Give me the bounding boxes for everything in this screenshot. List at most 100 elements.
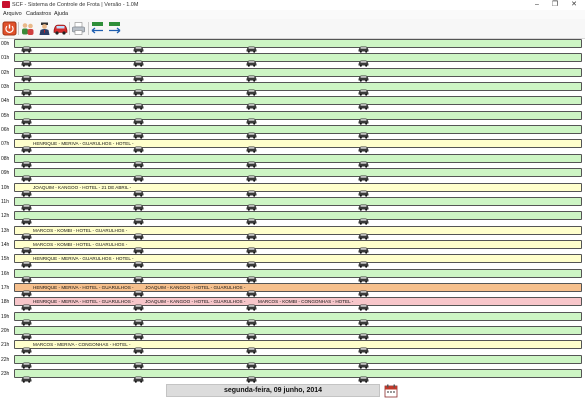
time-slot-bar[interactable] [14, 67, 582, 82]
time-slot-bar[interactable]: MARCOS - KOMBI - HOTEL - GUARULHOS - [14, 239, 582, 254]
exit-button[interactable] [2, 21, 17, 36]
time-slot-bar[interactable] [14, 326, 582, 340]
car-icon [21, 370, 32, 383]
time-slot-bar[interactable]: HENRIQUE - MERIVA - GUARULHOS - HOTEL - [14, 139, 582, 154]
time-slot-bar[interactable]: MARCOS - KOMBI - HOTEL - GUARULHOS - [14, 225, 582, 240]
car-icon [246, 227, 257, 240]
time-slot-bar[interactable] [14, 211, 582, 225]
driver-icon [39, 22, 50, 35]
booking-label: HENRIQUE - MERIVA - HOTEL - GUARULHOS - [33, 299, 134, 305]
car-icon [53, 24, 68, 35]
time-slot-bar[interactable] [14, 268, 582, 283]
car-icon [246, 169, 257, 182]
car-icon [21, 97, 32, 111]
minimize-button[interactable]: – [527, 0, 547, 10]
booking-label: HENRIQUE - MERIVA - GUARULHOS - HOTEL - [33, 256, 134, 262]
car-icon [246, 370, 257, 383]
time-slot-bar[interactable]: HENRIQUE - MERIVA - HOTEL - GUARULHOS - J… [14, 282, 582, 297]
time-slot-bar[interactable] [14, 53, 582, 68]
close-button[interactable]: ✕ [564, 0, 584, 10]
calendar-icon [384, 384, 398, 398]
time-slot-bar[interactable] [14, 311, 582, 326]
hour-label: 21h [1, 342, 10, 349]
car-icon [358, 69, 369, 82]
hour-label: 08h [1, 155, 10, 162]
car-icon [358, 327, 369, 340]
hour-label: 13h [1, 227, 10, 234]
car-icon [246, 69, 257, 82]
car-icon [133, 169, 144, 182]
time-slot-bar[interactable] [14, 168, 582, 182]
car-icon [246, 212, 257, 225]
car-icon [246, 97, 257, 111]
car-icon [246, 341, 257, 355]
schedule-row: 05h [0, 110, 585, 125]
menu-cadastros[interactable]: Cadastros [26, 10, 51, 19]
booking-label: MARCOS - KOMBI - CONGONHAS - HOTEL - [258, 299, 354, 305]
schedule-row: 03h [0, 82, 585, 96]
car-icon [358, 83, 369, 96]
schedule-row: 13h MARCOS - KOMBI - HOTEL - GUARULHOS - [0, 225, 585, 240]
schedule-row: 02h [0, 67, 585, 82]
toolbar-separator [69, 22, 70, 35]
time-slot-bar[interactable] [14, 82, 582, 96]
time-slot-bar[interactable] [14, 125, 582, 139]
restore-button[interactable]: ❐ [545, 0, 565, 10]
car-icon [21, 255, 32, 269]
print-button[interactable] [71, 21, 86, 36]
time-slot-bar[interactable] [14, 369, 582, 383]
booking-label: MARCOS - KOMBI - HOTEL - GUARULHOS - [33, 241, 128, 247]
car-icon [133, 198, 144, 211]
car-icon [133, 155, 144, 168]
car-icon [133, 341, 144, 355]
schedule-row: 07h HENRIQUE - MERIVA - GUARULHOS - HOTEL… [0, 139, 585, 154]
hour-label: 04h [1, 98, 10, 105]
time-slot-bar[interactable] [14, 96, 582, 111]
car-icon [21, 227, 32, 240]
car-icon [21, 155, 32, 168]
vehicles-button[interactable] [53, 21, 68, 36]
current-date: segunda-feira, 09 junho, 2014 [223, 387, 323, 394]
hour-label: 01h [1, 55, 10, 62]
users-button[interactable] [20, 21, 35, 36]
schedule-row: 01h [0, 53, 585, 68]
car-icon [21, 270, 32, 283]
schedule-row: 08h [0, 153, 585, 168]
export-button[interactable] [107, 21, 122, 36]
car-icon [246, 241, 257, 254]
hour-label: 03h [1, 84, 10, 91]
car-icon [133, 270, 144, 283]
car-icon [358, 112, 369, 125]
users-icon [22, 23, 34, 35]
car-icon [133, 40, 144, 53]
menu-ajuda[interactable]: Ajuda [54, 10, 68, 19]
drivers-button[interactable] [37, 21, 52, 36]
car-icon [21, 184, 32, 197]
schedule-row: 22h [0, 354, 585, 369]
booking-label: JOAQUIM - KANGOO - HOTEL - 21 DE ABRIL - [33, 184, 132, 190]
car-icon [21, 83, 32, 96]
calendar-button[interactable] [384, 384, 398, 398]
car-icon [246, 270, 257, 283]
time-slot-bar[interactable]: MARCOS - MERIVA - CONGONHAS - HOTEL - [14, 340, 582, 355]
car-icon [358, 169, 369, 182]
time-slot-bar[interactable] [14, 110, 582, 125]
schedule-row: 21h MARCOS - MERIVA - CONGONHAS - HOTEL - [0, 340, 585, 355]
car-icon [133, 356, 144, 369]
car-icon [133, 284, 144, 297]
car-icon [21, 313, 32, 326]
menu-arquivo[interactable]: Arquivo [3, 10, 22, 19]
time-slot-bar[interactable] [14, 196, 582, 211]
import-button[interactable] [90, 21, 105, 36]
car-icon [246, 298, 257, 312]
hour-label: 02h [1, 69, 10, 76]
schedule-row: 11h [0, 196, 585, 211]
time-slot-bar[interactable]: JOAQUIM - KANGOO - HOTEL - 21 DE ABRIL - [14, 182, 582, 197]
time-slot-bar[interactable] [14, 39, 582, 53]
booking-label: JOAQUIM - KANGOO - HOTEL - GUARULHOS - [145, 284, 246, 290]
time-slot-bar[interactable]: HENRIQUE - MERIVA - HOTEL - GUARULHOS - J… [14, 297, 582, 312]
time-slot-bar[interactable]: HENRIQUE - MERIVA - GUARULHOS - HOTEL - [14, 254, 582, 269]
time-slot-bar[interactable] [14, 354, 582, 369]
schedule-row: 15h HENRIQUE - MERIVA - GUARULHOS - HOTEL… [0, 254, 585, 269]
time-slot-bar[interactable] [14, 153, 582, 168]
